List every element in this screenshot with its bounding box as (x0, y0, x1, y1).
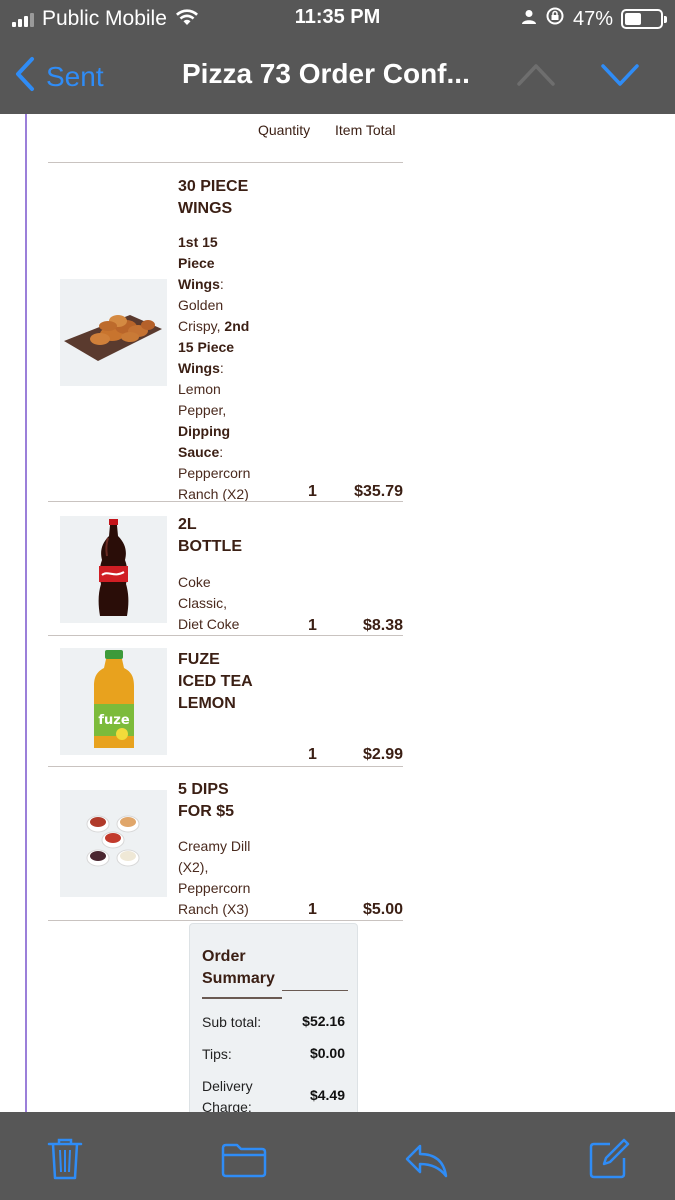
item-quantity: 1 (308, 746, 317, 763)
subtotal-label: Sub total: (202, 1014, 262, 1030)
item-quantity: 1 (308, 901, 317, 918)
item-total-header: Item Total (335, 122, 396, 138)
item-name: 30 PIECE WINGS (178, 178, 249, 217)
item-quantity: 1 (308, 617, 317, 634)
item-total: $35.79 (354, 483, 403, 500)
status-bar: Public Mobile 11:35 PM 47% (0, 0, 675, 38)
item-total: $2.99 (362, 746, 403, 763)
item-name: FUZE ICED TEA LEMON (178, 651, 253, 712)
back-label: Sent (46, 60, 104, 92)
reply-icon[interactable] (404, 1142, 448, 1183)
item-options: Coke Classic, Diet Coke (178, 574, 240, 632)
status-right: 47% (521, 6, 667, 32)
quote-bar (25, 114, 27, 1112)
delivery-charge-value: $4.49 (309, 1087, 345, 1103)
rotation-lock-icon (545, 6, 565, 32)
divider (48, 501, 403, 502)
battery-percent: 47% (572, 7, 613, 30)
battery-icon (621, 9, 667, 29)
item-total: $5.00 (362, 901, 403, 918)
item-name: 2L BOTTLE (178, 516, 242, 555)
item-options: 1st 15 Piece Wings: Golden Crispy, 2nd 1… (178, 234, 251, 502)
svg-text:fuze: fuze (98, 713, 129, 728)
email-body[interactable]: Quantity Item Total 30 PIECE WINGS 1st 1… (0, 114, 675, 1112)
compose-icon[interactable] (588, 1138, 630, 1185)
divider (282, 990, 348, 991)
trash-icon[interactable] (46, 1136, 84, 1185)
tips-label: Tips: (202, 1046, 232, 1062)
folder-icon[interactable] (221, 1142, 267, 1183)
item-options: Creamy Dill (X2), Peppercorn Ranch (X3) (178, 838, 251, 917)
back-button[interactable]: Sent (14, 56, 104, 97)
fuze-bottle-image: fuze (60, 648, 167, 755)
nav-bar: Sent Pizza 73 Order Conf... (0, 38, 675, 114)
message-subject-title: Pizza 73 Order Conf... (182, 58, 470, 89)
wings-image (60, 279, 167, 386)
item-total: $8.38 (362, 617, 403, 634)
delivery-charge-label: Delivery Charge: (202, 1078, 253, 1112)
divider (48, 162, 403, 163)
item-name: 5 DIPS FOR $5 (178, 781, 235, 820)
person-icon (521, 8, 537, 31)
quantity-header: Quantity (258, 122, 311, 138)
order-summary-box: Order Summary Sub total: $52.16 Tips: $0… (189, 923, 358, 1112)
bottom-toolbar (0, 1112, 675, 1200)
divider (48, 920, 403, 921)
tips-value: $0.00 (309, 1045, 345, 1061)
subtotal-value: $52.16 (302, 1013, 345, 1029)
next-message-icon[interactable] (600, 60, 640, 93)
previous-message-icon (516, 60, 556, 93)
divider (48, 766, 403, 767)
dips-image (60, 790, 167, 897)
item-quantity: 1 (308, 483, 317, 500)
coke-bottle-image (60, 516, 167, 623)
divider (48, 635, 403, 636)
chevron-left-icon (14, 56, 36, 97)
divider (202, 997, 282, 999)
order-summary-title: Order Summary (202, 948, 275, 987)
